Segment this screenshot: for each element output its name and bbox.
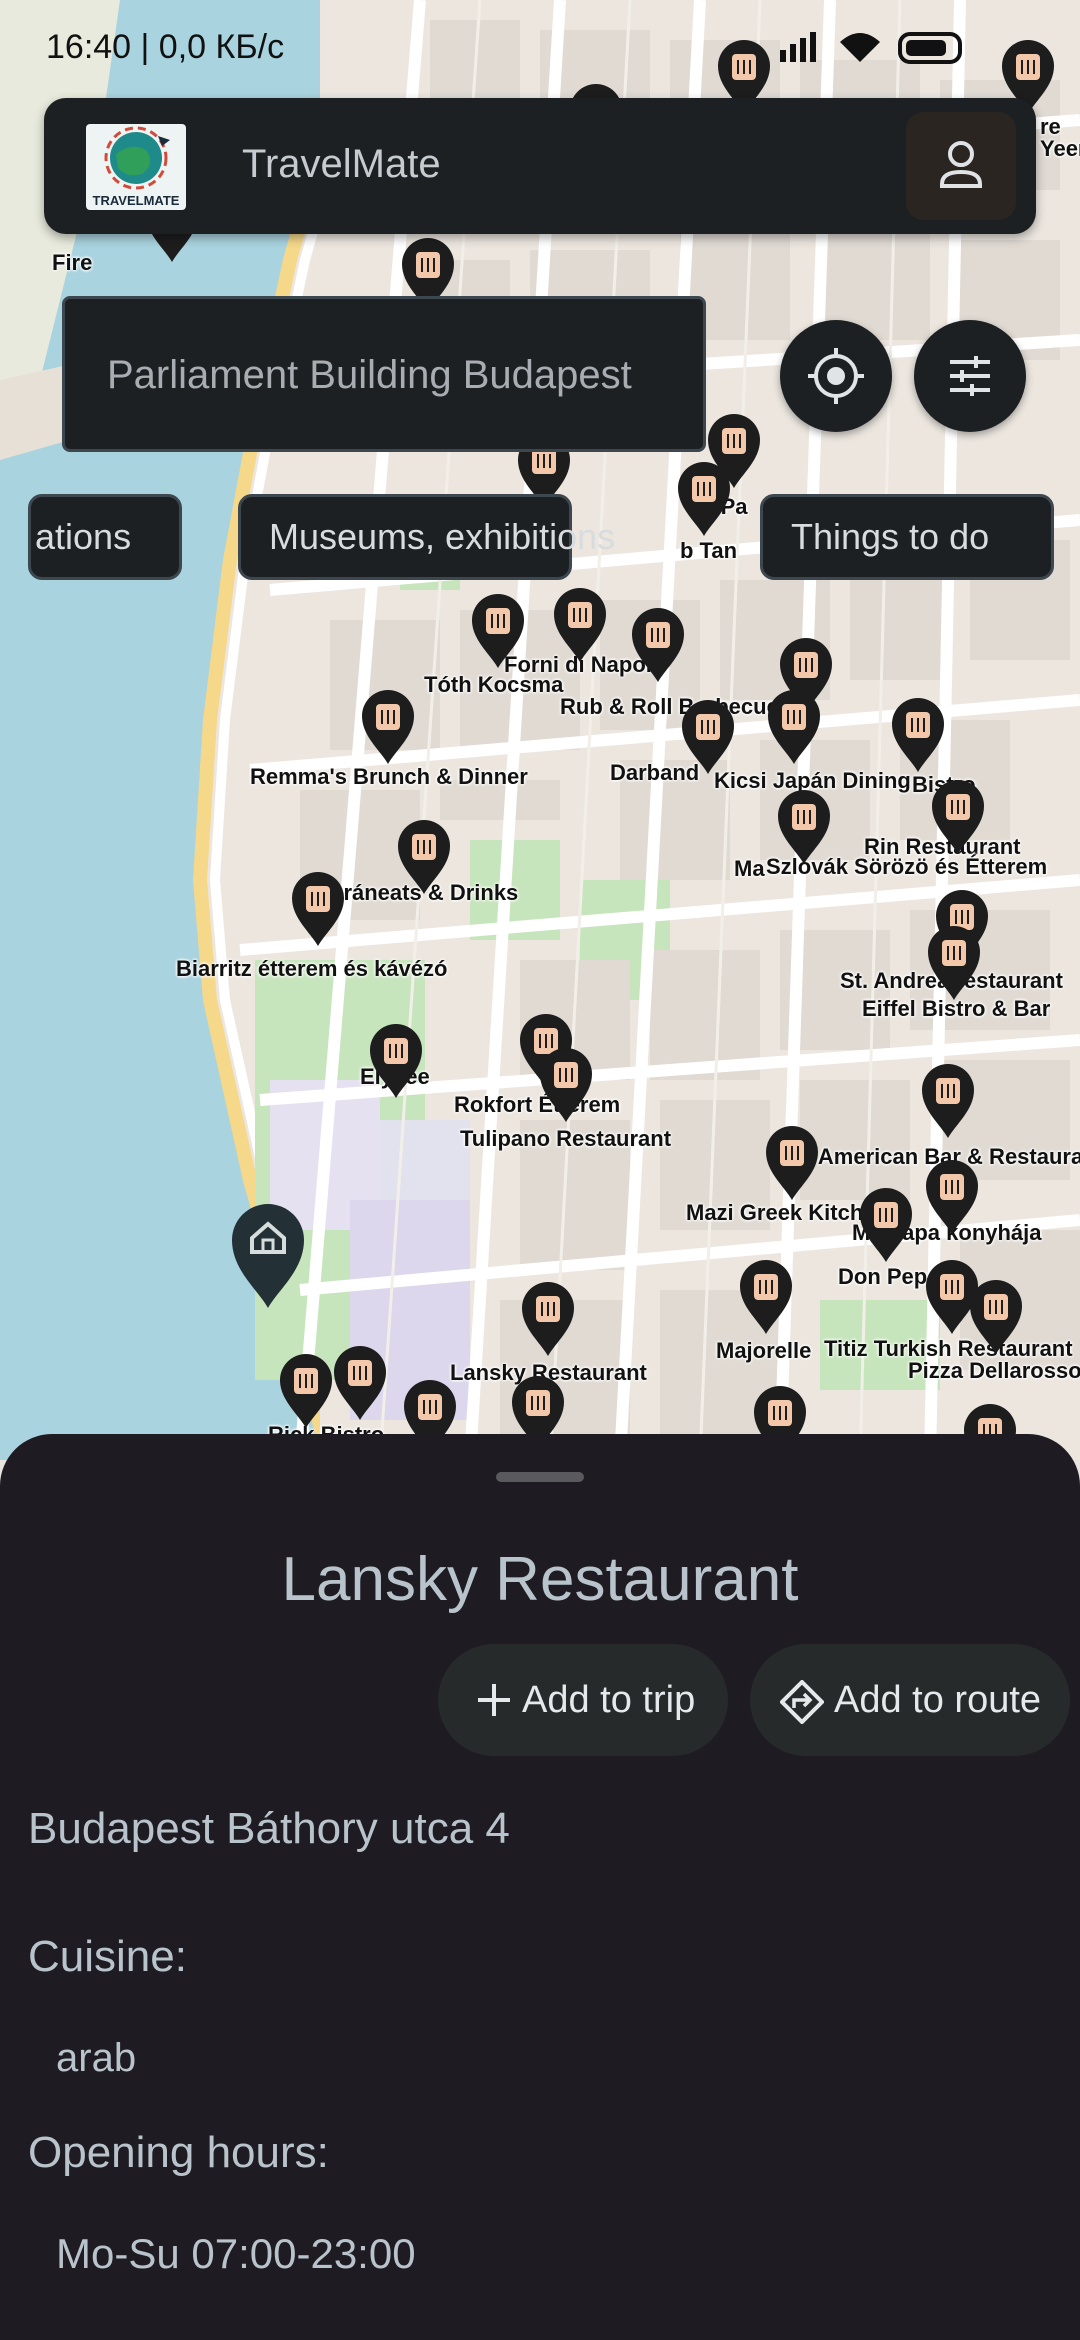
map-label: Tóth Kocsma xyxy=(424,672,564,697)
chip-attractions[interactable]: ations xyxy=(28,494,182,580)
restaurant-pin-icon[interactable] xyxy=(290,872,346,948)
locate-button[interactable] xyxy=(780,320,892,432)
search-field[interactable] xyxy=(62,296,706,452)
map-label: Ma xyxy=(734,856,765,881)
home-marker-icon[interactable] xyxy=(228,1200,308,1310)
restaurant-pin-icon[interactable] xyxy=(676,462,732,538)
map-label: Biarritz étterem és kávézó xyxy=(176,956,448,981)
crosshair-icon xyxy=(808,348,864,404)
battery-icon xyxy=(740,28,1040,77)
filter-button[interactable] xyxy=(914,320,1026,432)
restaurant-pin-icon[interactable] xyxy=(368,1024,424,1100)
status-time: 16:40 | 0,0 КБ/с xyxy=(46,28,285,66)
app-title: TravelMate xyxy=(242,142,441,186)
restaurant-pin-icon[interactable] xyxy=(766,690,822,766)
restaurant-pin-icon[interactable] xyxy=(920,1064,976,1140)
restaurant-pin-icon[interactable] xyxy=(890,698,946,774)
restaurant-pin-icon[interactable] xyxy=(470,594,526,670)
restaurant-pin-icon[interactable] xyxy=(738,1260,794,1336)
restaurant-pin-icon[interactable] xyxy=(520,1282,576,1358)
add-to-trip-button[interactable]: Add to trip xyxy=(438,1644,728,1756)
map-label: Pizza Dellarosso xyxy=(908,1358,1080,1383)
restaurant-pin-icon[interactable] xyxy=(538,1048,594,1124)
add-to-trip-label: Add to trip xyxy=(522,1679,696,1721)
map-label: Yeen xyxy=(1040,136,1080,161)
restaurant-pin-icon[interactable] xyxy=(552,588,608,664)
map-label: Tulipano Restaurant xyxy=(460,1126,672,1151)
map-label: Fire xyxy=(52,250,93,275)
top-app-bar: TRAVELMATE TravelMate xyxy=(44,98,1036,234)
restaurant-pin-icon[interactable] xyxy=(630,608,686,684)
restaurant-pin-icon[interactable] xyxy=(858,1188,914,1264)
map-label: b Tan xyxy=(680,538,738,563)
restaurant-pin-icon[interactable] xyxy=(924,1160,980,1236)
cuisine-value: arab xyxy=(56,2036,137,2080)
place-name: Lansky Restaurant xyxy=(281,1545,799,1614)
opening-hours-label: Opening hours: xyxy=(28,2128,329,2177)
restaurant-pin-icon[interactable] xyxy=(926,926,982,1002)
restaurant-pin-icon[interactable] xyxy=(968,1280,1024,1356)
restaurant-pin-icon[interactable] xyxy=(332,1346,388,1422)
chip-things-to-do[interactable]: Things to do xyxy=(760,494,1054,580)
drag-handle[interactable] xyxy=(496,1472,584,1482)
account-button[interactable] xyxy=(906,112,1016,220)
plus-icon xyxy=(478,1684,510,1716)
place-details-sheet[interactable]: Lansky Restaurant Add to trip Add to rou… xyxy=(0,1434,1080,2340)
tune-icon xyxy=(950,356,990,396)
restaurant-pin-icon[interactable] xyxy=(776,790,832,866)
restaurant-pin-icon[interactable] xyxy=(396,820,452,896)
directions-icon xyxy=(780,1680,824,1724)
opening-hours-value: Mo-Su 07:00-23:00 xyxy=(56,2230,416,2277)
restaurant-pin-icon[interactable] xyxy=(360,690,416,766)
search-input[interactable] xyxy=(105,339,689,411)
restaurant-pin-icon[interactable] xyxy=(764,1126,820,1202)
map-label: Remma's Brunch & Dinner xyxy=(250,764,528,789)
map-label: Rub & Roll Barbecue xyxy=(560,694,779,719)
person-icon xyxy=(940,141,982,188)
place-address: Budapest Báthory utca 4 xyxy=(28,1804,510,1853)
restaurant-pin-icon[interactable] xyxy=(278,1354,334,1430)
add-to-route-button[interactable]: Add to route xyxy=(750,1644,1070,1756)
add-to-route-label: Add to route xyxy=(834,1679,1042,1721)
map-label: Majorelle xyxy=(716,1338,812,1363)
logo-text: TRAVELMATE xyxy=(92,193,180,208)
app-logo: TRAVELMATE xyxy=(86,124,186,210)
restaurant-pin-icon[interactable] xyxy=(930,780,986,856)
status-bar: 16:40 | 0,0 КБ/с xyxy=(0,0,1080,96)
cuisine-label: Cuisine: xyxy=(28,1932,187,1981)
restaurant-pin-icon[interactable] xyxy=(680,700,736,776)
chip-museums[interactable]: Museums, exhibitions xyxy=(238,494,615,580)
